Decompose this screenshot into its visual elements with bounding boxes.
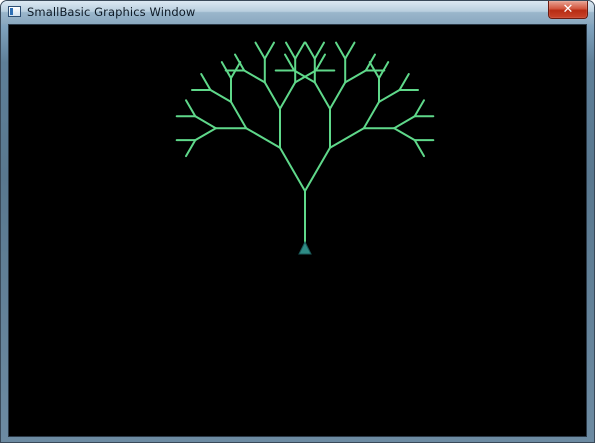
tree-branch-28 [294, 41, 306, 60]
tree-branch-18 [263, 81, 281, 110]
tree-branch-37 [284, 53, 296, 72]
tree-branch-53 [378, 89, 401, 103]
tree-branch-48 [329, 127, 365, 149]
tree-branch-60 [393, 127, 416, 142]
tree-branch-57 [393, 115, 416, 130]
tree-branch-27 [285, 41, 297, 60]
tree-branch-10 [230, 100, 248, 130]
tree-branch-13 [200, 73, 212, 91]
tree-branch-44 [344, 41, 356, 60]
tree-branch-25 [279, 81, 297, 110]
fractal-tree [175, 41, 435, 247]
close-button[interactable]: ✕ [548, 1, 588, 19]
tree-branch-41 [329, 81, 347, 110]
tree-branch-54 [398, 73, 410, 91]
tree-branch-45 [344, 69, 367, 84]
window-title: SmallBasic Graphics Window [27, 5, 196, 19]
tree-branch-7 [194, 115, 217, 130]
tree-branch-58 [413, 99, 425, 118]
turtle-icon [298, 240, 312, 255]
tree-branch-34 [313, 81, 331, 110]
tree-branch-49 [362, 100, 380, 130]
tree-branch-24 [263, 41, 275, 60]
tree-branch-1 [279, 146, 306, 192]
tree-branch-5 [185, 139, 197, 158]
tree-branch-2 [245, 127, 281, 149]
tree-branch-32 [304, 146, 331, 192]
tree-branch-4 [194, 127, 217, 142]
tree-branch-39 [304, 41, 316, 60]
tree-branch-43 [335, 41, 347, 60]
tree-branch-30 [314, 53, 326, 72]
tree-branch-62 [413, 139, 425, 158]
title-bar[interactable]: SmallBasic Graphics Window ✕ [1, 1, 594, 24]
tree-branch-23 [254, 41, 266, 60]
window-app-icon[interactable] [8, 6, 21, 17]
tree-branch-11 [209, 89, 232, 103]
graphics-window: SmallBasic Graphics Window ✕ [0, 0, 595, 443]
tree-branch-19 [243, 69, 266, 84]
graphics-canvas-area[interactable] [8, 24, 587, 437]
tree-branch-9 [185, 99, 197, 118]
tree-branch-40 [313, 41, 325, 60]
graphics-canvas [175, 41, 435, 255]
